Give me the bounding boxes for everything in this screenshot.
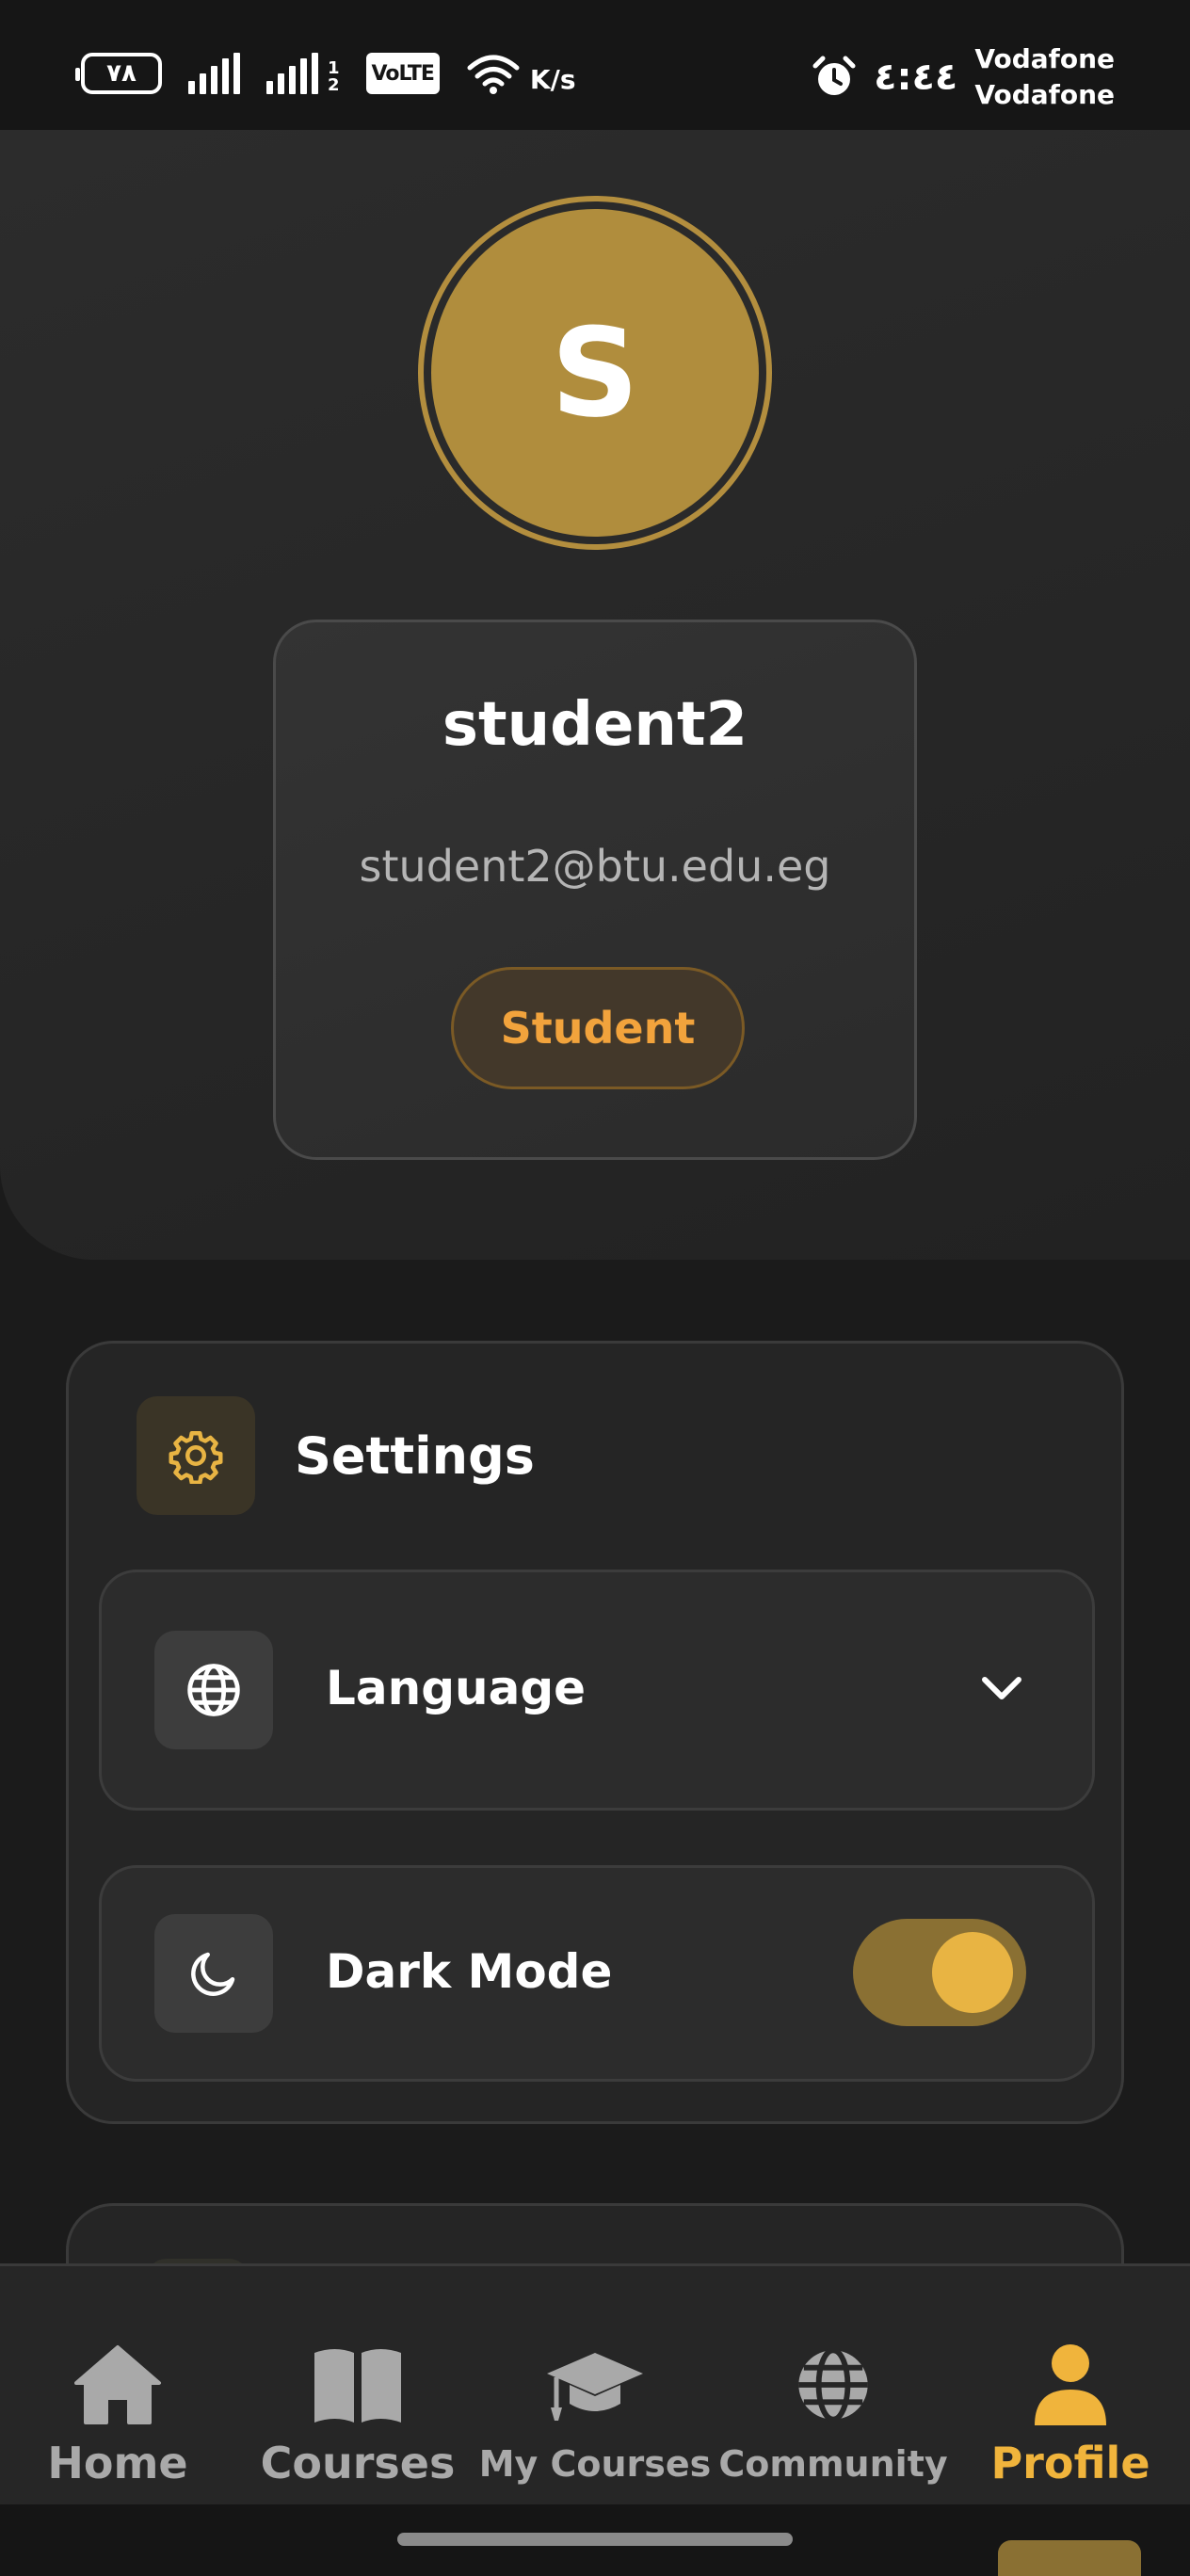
carrier-1: Vodafone (974, 43, 1115, 74)
language-label: Language (326, 1661, 587, 1715)
carrier-2: Vodafone (974, 79, 1115, 110)
settings-title: Settings (295, 1426, 535, 1486)
nav-courses[interactable]: Courses (254, 2266, 461, 2507)
settings-icon-box (137, 1396, 255, 1515)
avatar[interactable]: S (431, 209, 759, 537)
settings-card: Settings Language Dark Mode (66, 1341, 1124, 2124)
clock: ٤:٤٤ (874, 56, 958, 99)
battery-level: ٧٨ (106, 59, 137, 88)
sim-index: 1 2 (328, 60, 340, 94)
sim-index-bottom: 2 (328, 75, 340, 95)
language-setting-row[interactable]: Language (99, 1570, 1095, 1811)
nav-my-courses[interactable]: My Courses (479, 2266, 711, 2507)
active-tab-indicator (998, 2540, 1141, 2576)
person-icon (1035, 2344, 1106, 2425)
role-badge: Student (451, 967, 745, 1089)
alarm-icon (812, 56, 856, 95)
user-name: student2 (442, 690, 748, 760)
globe-icon (187, 1664, 240, 1716)
gear-icon (169, 1431, 223, 1484)
carrier-names: Vodafone Vodafone (974, 41, 1115, 113)
signal-strength-2-icon (266, 53, 318, 94)
bottom-navigation: Home Courses My Courses Community Profil… (0, 2263, 1190, 2504)
system-navigation-bar (0, 2504, 1190, 2576)
nav-community-label: Community (718, 2443, 948, 2485)
network-speed: K/s (529, 64, 576, 95)
nav-my-courses-label: My Courses (478, 2443, 712, 2485)
dark-mode-icon-box (154, 1914, 273, 2033)
home-icon (74, 2345, 161, 2424)
signal-strength-icon (188, 53, 240, 94)
wifi-icon (467, 55, 520, 94)
graduation-cap-icon (547, 2353, 643, 2421)
battery-icon: ٧٨ (75, 53, 162, 94)
volte-badge: VoLTE (365, 53, 440, 94)
nav-community[interactable]: Community (718, 2266, 948, 2507)
nav-courses-label: Courses (260, 2438, 456, 2488)
avatar-ring: S (418, 196, 772, 550)
home-indicator[interactable] (397, 2533, 793, 2546)
nav-home[interactable]: Home (28, 2266, 207, 2507)
moon-icon (191, 1952, 235, 1996)
user-info-card: student2 student2@btu.edu.eg Student (273, 620, 917, 1160)
chevron-down-icon[interactable] (979, 1672, 1024, 1706)
nav-home-label: Home (47, 2438, 188, 2488)
dark-mode-toggle[interactable] (853, 1919, 1026, 2026)
globe-icon (798, 2347, 868, 2423)
status-bar: ٧٨ 1 2 VoLTE K/s ٤:٤٤ Vodafone Vodafone (0, 0, 1190, 130)
book-icon (314, 2349, 401, 2423)
profile-header: S student2 student2@btu.edu.eg Student (0, 130, 1190, 1260)
user-email: student2@btu.edu.eg (359, 841, 831, 892)
language-icon-box (154, 1631, 273, 1749)
nav-profile-label: Profile (990, 2438, 1150, 2488)
dark-mode-setting-row: Dark Mode (99, 1865, 1095, 2082)
nav-profile[interactable]: Profile (979, 2266, 1162, 2507)
dark-mode-label: Dark Mode (326, 1944, 613, 1999)
toggle-knob (932, 1932, 1013, 2013)
